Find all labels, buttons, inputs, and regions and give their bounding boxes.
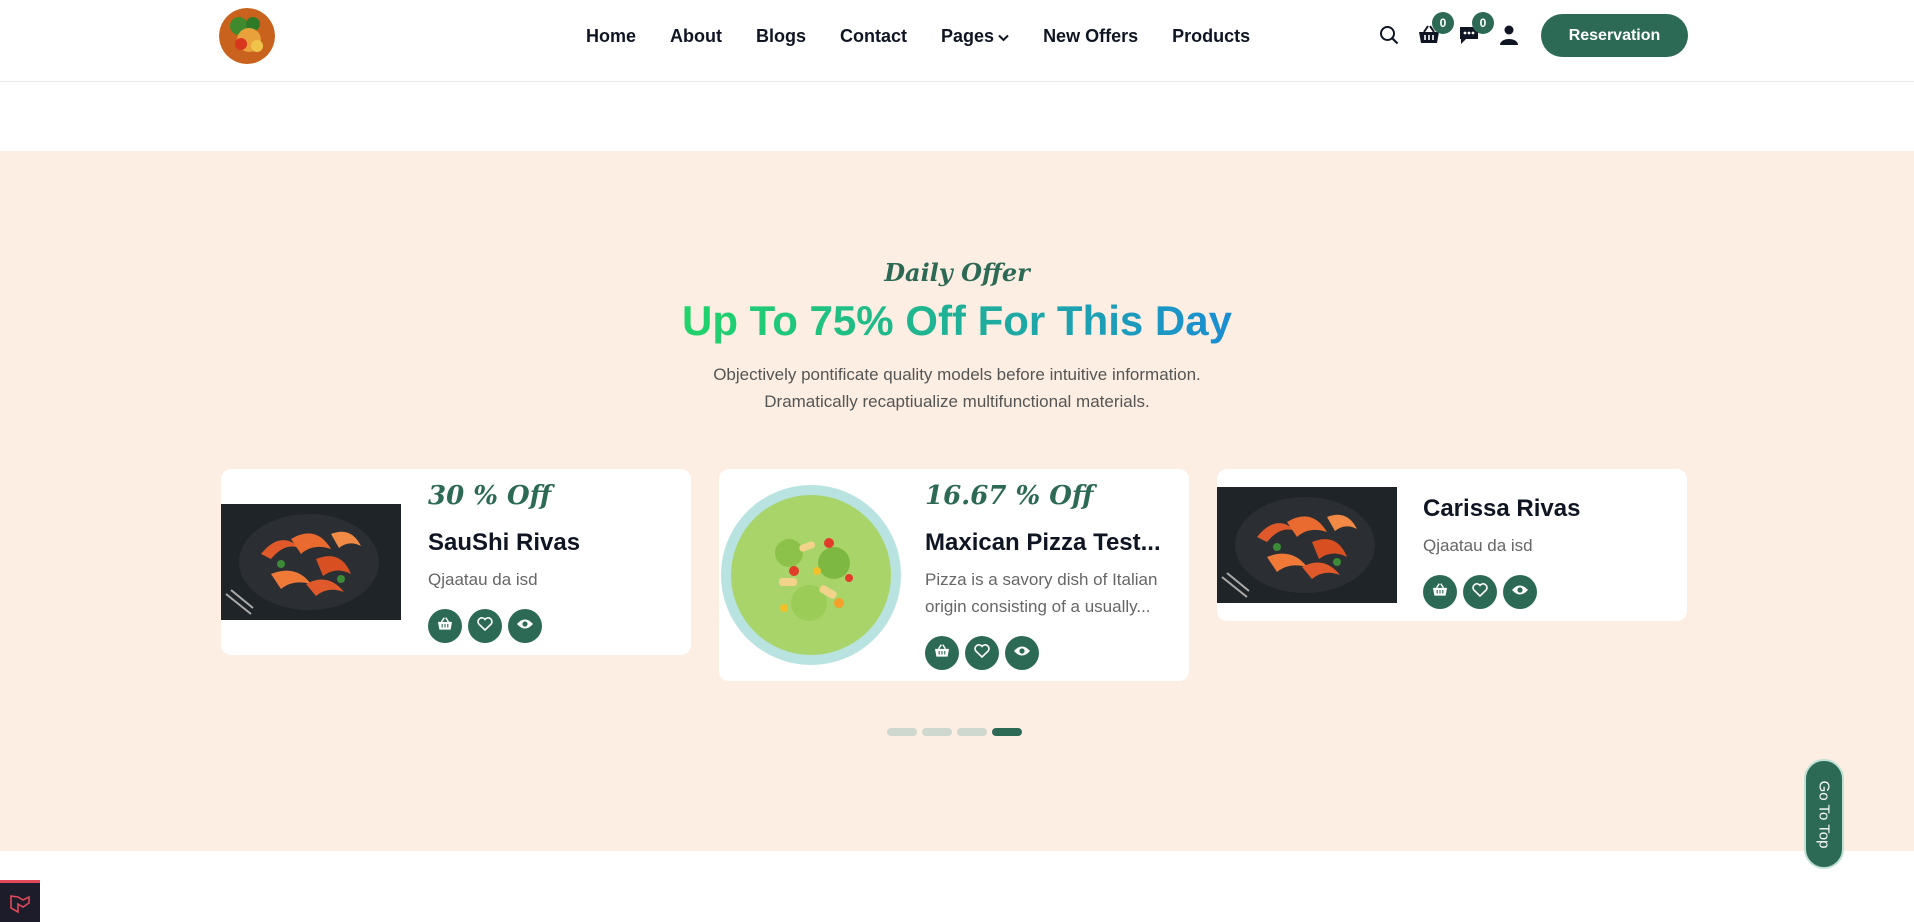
- offer-card[interactable]: 30 % Off SauShi Rivas Qjaatau da isd: [221, 469, 691, 655]
- offer-card[interactable]: 16.67 % Off Maxican Pizza Test... Pizza …: [719, 469, 1189, 681]
- card-actions: [925, 636, 1039, 670]
- header-icons: 0 0: [1374, 12, 1534, 52]
- basket-icon: [1432, 582, 1448, 602]
- quick-view-button[interactable]: [1503, 575, 1537, 609]
- search-icon: [1379, 25, 1399, 50]
- quick-view-button[interactable]: [508, 609, 542, 643]
- nav-pages[interactable]: Pages: [941, 24, 1009, 48]
- user-icon: [1500, 25, 1518, 50]
- card-title: Maxican Pizza Test...: [925, 529, 1161, 556]
- main-nav: Home About Blogs Contact Pages New Offer…: [586, 24, 1284, 48]
- card-description: Qjaatau da isd: [1423, 536, 1533, 555]
- nav-products[interactable]: Products: [1172, 24, 1250, 48]
- offer-card[interactable]: Carissa Rivas Qjaatau da isd: [1217, 469, 1687, 621]
- add-to-cart-button[interactable]: [1423, 575, 1457, 609]
- laravel-debugbar-icon[interactable]: [0, 880, 40, 922]
- card-title: SauShi Rivas: [428, 529, 581, 556]
- nav-about[interactable]: About: [670, 24, 722, 48]
- nav-new-offers[interactable]: New Offers: [1043, 24, 1138, 48]
- chevron-down-icon: [998, 24, 1009, 48]
- messages-count-badge: 0: [1472, 12, 1494, 34]
- basket-icon: [437, 616, 453, 636]
- wishlist-button[interactable]: [1463, 575, 1497, 609]
- site-header: Home About Blogs Contact Pages New Offer…: [0, 0, 1914, 82]
- heart-icon: [477, 616, 493, 636]
- add-to-cart-button[interactable]: [428, 609, 462, 643]
- carousel-dot[interactable]: [992, 728, 1022, 736]
- wishlist-button[interactable]: [468, 609, 502, 643]
- card-title: Carissa Rivas: [1423, 495, 1581, 522]
- wishlist-button[interactable]: [965, 636, 999, 670]
- discount-label: 16.67 % Off: [925, 481, 1094, 511]
- add-to-cart-button[interactable]: [925, 636, 959, 670]
- account-button[interactable]: [1494, 22, 1524, 52]
- heart-icon: [974, 643, 990, 663]
- basket-icon: [934, 643, 950, 663]
- card-actions: [1423, 575, 1537, 609]
- salad-dish-image: [719, 483, 903, 667]
- eye-icon: [516, 617, 534, 635]
- eye-icon: [1013, 644, 1031, 662]
- carousel-dot[interactable]: [887, 728, 917, 736]
- nav-contact[interactable]: Contact: [840, 24, 907, 48]
- cart-button[interactable]: 0: [1414, 12, 1454, 52]
- carousel-dot[interactable]: [922, 728, 952, 736]
- daily-offer-section: Daily Offer Up To 75% Off For This Day O…: [0, 151, 1914, 851]
- section-description: Objectively pontificate quality models b…: [713, 365, 1201, 411]
- section-subtitle: Daily Offer: [884, 258, 1030, 287]
- shrimp-dish-image: [221, 504, 401, 620]
- nav-blogs[interactable]: Blogs: [756, 24, 806, 48]
- card-description: Qjaatau da isd: [428, 570, 538, 589]
- shrimp-dish-image: [1217, 487, 1397, 603]
- nav-home[interactable]: Home: [586, 24, 636, 48]
- site-logo[interactable]: [219, 8, 275, 64]
- eye-icon: [1511, 583, 1529, 601]
- carousel-dot[interactable]: [957, 728, 987, 736]
- cart-count-badge: 0: [1432, 12, 1454, 34]
- card-actions: [428, 609, 542, 643]
- reservation-button[interactable]: Reservation: [1541, 14, 1688, 57]
- section-title: Up To 75% Off For This Day: [682, 297, 1232, 344]
- search-button[interactable]: [1374, 22, 1404, 52]
- heart-icon: [1472, 582, 1488, 602]
- discount-label: 30 % Off: [428, 481, 552, 511]
- card-description: Pizza is a savory dish of Italian origin…: [925, 570, 1158, 616]
- quick-view-button[interactable]: [1005, 636, 1039, 670]
- messages-button[interactable]: 0: [1454, 12, 1494, 52]
- go-to-top-button[interactable]: Go To Top: [1804, 759, 1844, 869]
- carousel-pagination: [887, 728, 1022, 736]
